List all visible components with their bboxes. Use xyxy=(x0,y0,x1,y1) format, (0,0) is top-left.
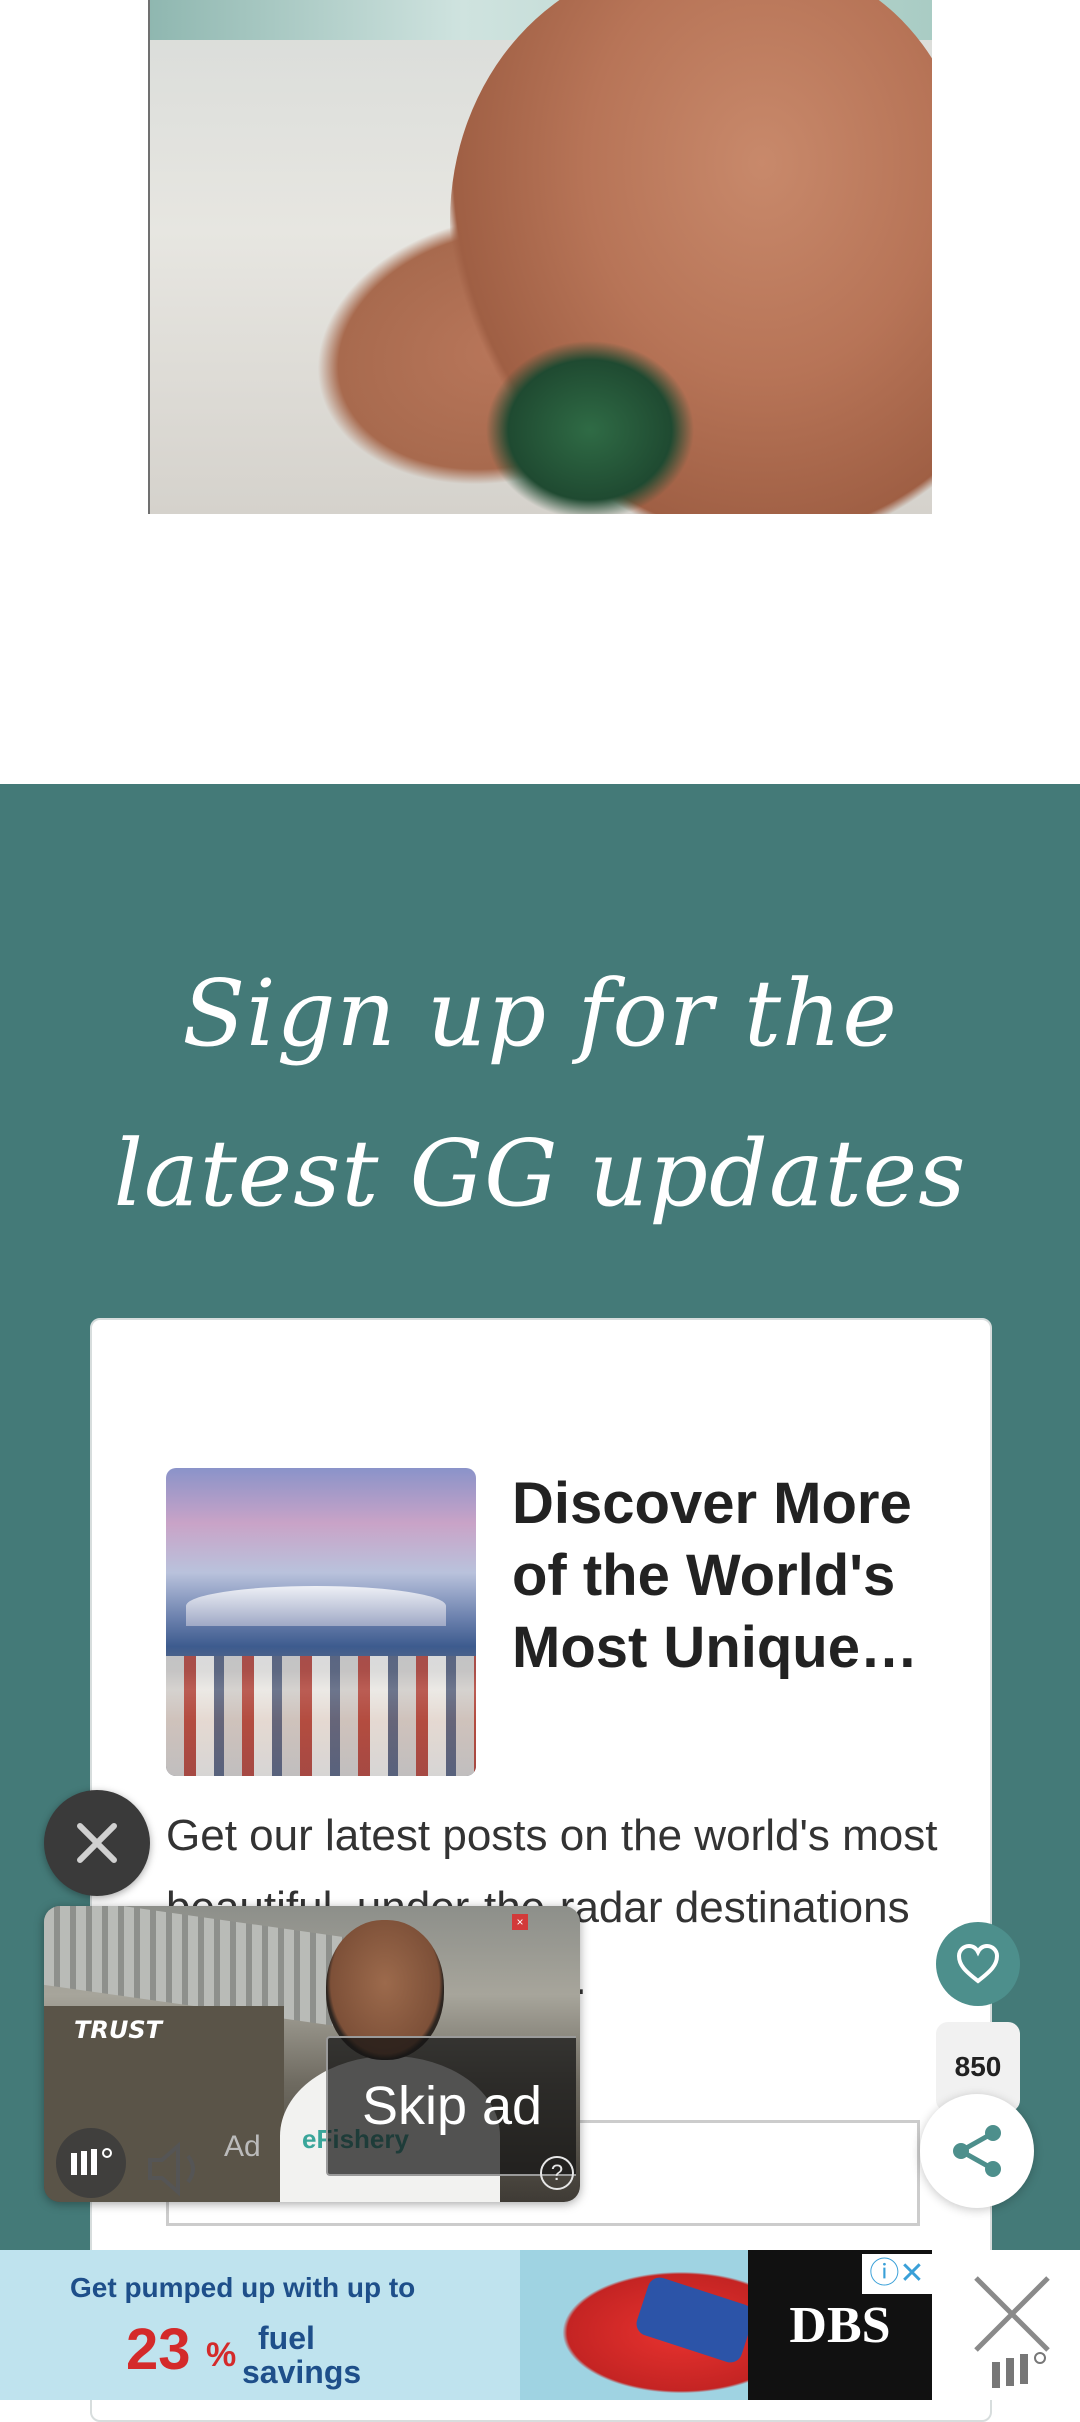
share-button[interactable] xyxy=(920,2094,1034,2208)
banner-close-area xyxy=(932,2250,1080,2400)
thumbnail-houses xyxy=(166,1656,476,1776)
video-ad-close-button[interactable] xyxy=(44,1790,150,1896)
skip-ad-button[interactable]: Skip ad xyxy=(326,2036,576,2176)
close-icon xyxy=(77,1823,117,1863)
banner-ad[interactable]: Get pumped up with up to 23 % fuel savin… xyxy=(0,2250,932,2400)
ad-label: Ad xyxy=(224,2130,261,2163)
ad-help-icon[interactable]: ? xyxy=(540,2156,574,2190)
banner-line1: Get pumped up with up to xyxy=(70,2272,416,2303)
banner-percent: 23 xyxy=(126,2317,191,2382)
card-heading: Discover More of the World's Most Unique… xyxy=(512,1471,918,1680)
signup-title: Sign up for the latest GG updates xyxy=(113,960,967,1227)
banner-percent-sign: % xyxy=(206,2336,237,2374)
video-ad[interactable]: TRUST eFishery × Skip ad Ad ? xyxy=(44,1906,580,2202)
card-thumbnail[interactable] xyxy=(166,1468,476,1776)
mute-button[interactable] xyxy=(142,2134,212,2202)
adchoices-icon[interactable]: ⓘ✕ xyxy=(862,2254,932,2294)
ad-brand-logo[interactable] xyxy=(56,2128,126,2198)
favorite-button[interactable] xyxy=(936,1922,1020,2006)
close-icon[interactable] xyxy=(932,2250,1080,2400)
photo-shorts xyxy=(485,340,695,514)
speaker-icon xyxy=(148,2141,195,2197)
thumbnail-mountain xyxy=(186,1586,446,1626)
beach-photo xyxy=(148,0,932,514)
banner-word2: savings xyxy=(242,2354,362,2390)
brand-logo-icon xyxy=(71,2148,112,2175)
ad-image-text: TRUST xyxy=(74,2016,162,2044)
ad-mini-close-icon[interactable]: × xyxy=(512,1914,528,1930)
banner-word1: fuel xyxy=(258,2320,315,2356)
share-icon xyxy=(953,2125,1001,2177)
heart-icon xyxy=(956,1943,1000,1984)
